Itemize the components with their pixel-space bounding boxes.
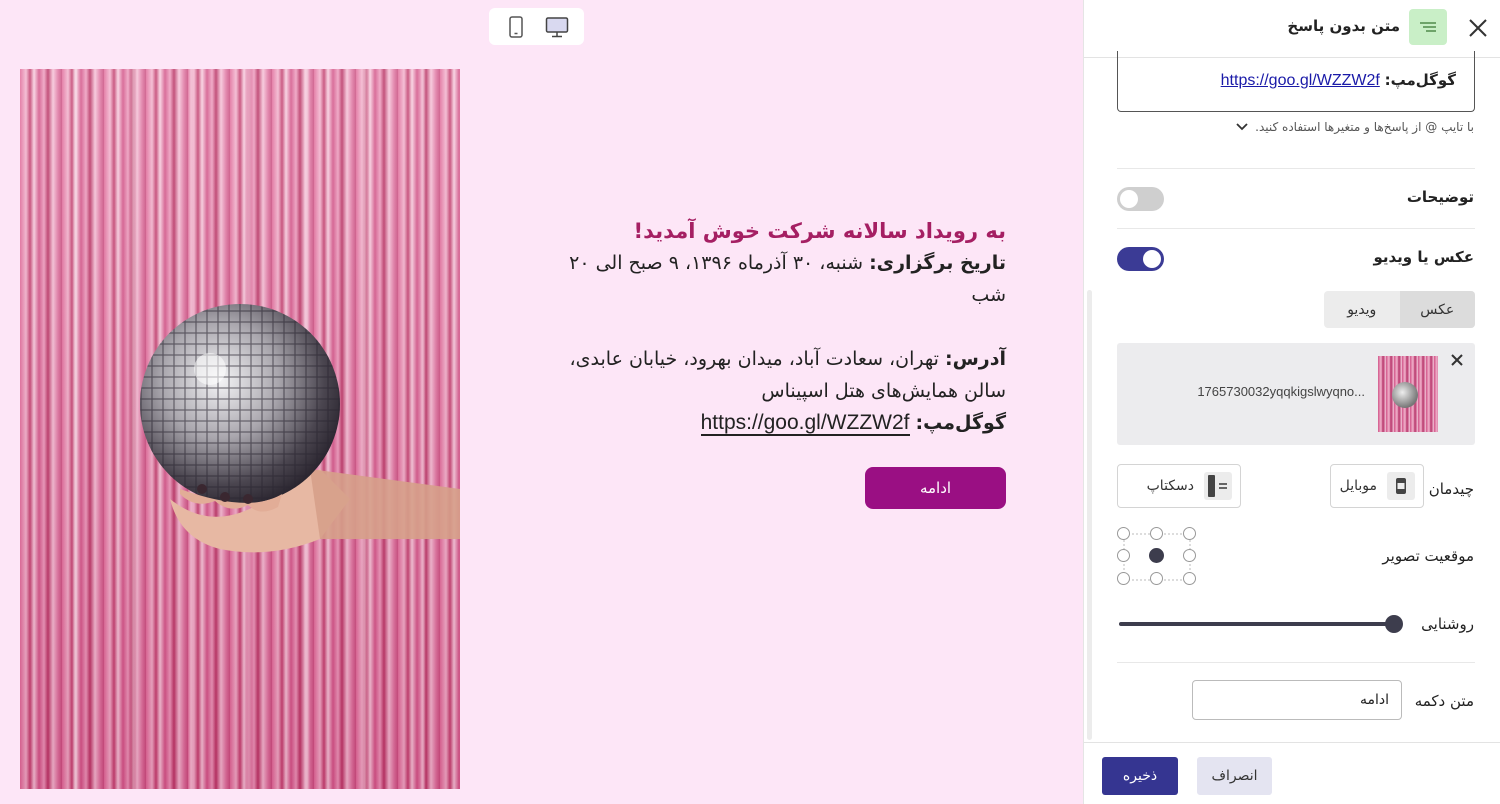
chevron-down-icon [1236,123,1248,131]
hero-image [20,69,460,789]
divider [1117,168,1475,169]
desktop-icon [546,16,569,37]
address-label: آدرس: [944,348,1006,370]
media-label: عکس یا ویدیو [1373,248,1474,266]
question-type-badge [1409,9,1447,45]
text-lines-icon [1420,22,1436,32]
map-link[interactable]: https://goo.gl/WZZW2f [700,411,910,436]
close-button[interactable] [1465,15,1491,41]
hint-text: با تایپ @ از پاسخ‌ها و متغیرها استفاده ک… [1255,120,1474,134]
media-type-tabs: عکس ویدیو [1324,291,1475,328]
tab-video[interactable]: ویدیو [1324,291,1400,328]
save-button[interactable]: ذخیره [1102,757,1178,795]
layout-desktop-button[interactable]: دسکتاپ [1117,464,1241,508]
panel-header: متن بدون پاسخ [1084,0,1500,58]
position-bottom-right[interactable] [1117,572,1130,585]
brightness-handle[interactable] [1385,615,1403,633]
position-label: موقعیت تصویر [1382,547,1474,565]
event-map: گوگل‌مپ: https://goo.gl/WZZW2f [530,407,1006,439]
date-label: تاریخ برگزاری: [869,252,1006,274]
description-label: توضیحات [1406,188,1474,206]
map-label: گوگل‌مپ: [915,412,1006,434]
position-middle-left[interactable] [1183,549,1196,562]
position-bottom-left[interactable] [1183,572,1196,585]
cancel-button[interactable]: انصراف [1197,757,1272,795]
panel-title: متن بدون پاسخ [1287,17,1400,35]
layout-mobile-label: موبایل [1339,478,1377,494]
position-top-left[interactable] [1183,527,1196,540]
divider [1117,662,1475,663]
brightness-label: روشنایی [1421,615,1474,633]
file-thumbnail [1378,356,1438,432]
form-preview: به رویداد سالانه شرکت خوش آمدید! تاریخ ب… [0,0,1083,804]
layout-desktop-label: دسکتاپ [1146,478,1194,494]
uploaded-file-card: 1765730032yqqkigslwyqno... [1117,343,1475,445]
position-top-right[interactable] [1117,527,1130,540]
event-address: آدرس: تهران، سعادت آباد، میدان بهرود، خی… [530,343,1006,407]
welcome-content: به رویداد سالانه شرکت خوش آمدید! تاریخ ب… [530,215,1006,439]
position-middle-right[interactable] [1117,549,1130,562]
panel-scrollbar[interactable] [1087,290,1092,740]
panel-footer: ذخیره انصراف [1084,742,1500,804]
tab-image[interactable]: عکس [1399,291,1475,328]
text-editor-box[interactable]: گوگل‌مپ: https://goo.gl/WZZW2f [1117,51,1475,112]
desktop-view-button[interactable] [538,12,576,42]
continue-button[interactable]: ادامه [865,467,1006,509]
desktop-layout-icon [1204,472,1232,500]
mobile-view-button[interactable] [497,12,535,42]
address-value: تهران، سعادت آباد، میدان بهرود، خیابان ع… [569,348,1006,402]
editor-panel: متن بدون پاسخ گوگل‌مپ: https://goo.gl/WZ… [1083,0,1500,804]
close-icon [1451,354,1463,366]
welcome-heading: به رویداد سالانه شرکت خوش آمدید! [633,219,1006,243]
file-name: 1765730032yqqkigslwyqno... [1197,384,1365,399]
editor-map-label: گوگل‌مپ: [1384,71,1456,89]
close-icon [1469,19,1487,37]
description-toggle[interactable] [1117,187,1164,211]
device-toggle [489,8,584,45]
mobile-icon [509,15,523,38]
brightness-slider[interactable] [1119,614,1403,634]
divider [1117,228,1475,229]
position-bottom-center[interactable] [1150,572,1163,585]
brightness-track [1119,622,1394,626]
position-top-center[interactable] [1150,527,1163,540]
media-toggle[interactable] [1117,247,1164,271]
button-text-input[interactable] [1192,680,1402,720]
editor-map-link[interactable]: https://goo.gl/WZZW2f [1221,72,1380,89]
remove-file-button[interactable] [1449,352,1465,368]
variables-hint[interactable]: با تایپ @ از پاسخ‌ها و متغیرها استفاده ک… [1235,120,1474,134]
layout-label: چیدمان [1428,480,1474,498]
event-date: تاریخ برگزاری: شنبه، ۳۰ آذرماه ۱۳۹۶، ۹ ص… [530,247,1006,311]
layout-mobile-button[interactable]: موبایل [1330,464,1424,508]
image-position-grid [1117,527,1197,585]
position-center[interactable] [1149,548,1164,563]
button-text-label: متن دکمه [1414,692,1474,710]
mobile-layout-icon [1387,472,1415,500]
